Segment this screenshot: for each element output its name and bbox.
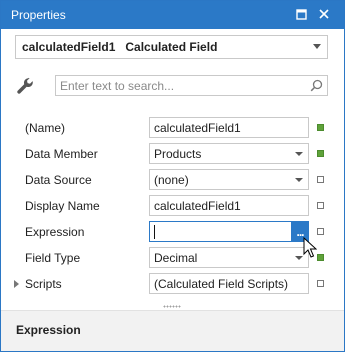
text-caret xyxy=(154,225,155,239)
property-label: Field Type xyxy=(25,251,81,265)
display-name-field[interactable]: calculatedField1 xyxy=(149,195,309,216)
pin-icon[interactable] xyxy=(293,6,309,22)
property-marker[interactable] xyxy=(317,124,324,131)
close-icon[interactable] xyxy=(316,6,332,22)
property-row-expression: Expression ... xyxy=(15,219,335,245)
property-label: Data Member xyxy=(25,147,98,161)
chevron-down-icon[interactable] xyxy=(295,152,303,156)
description-title: Expression xyxy=(16,323,81,337)
splitter[interactable] xyxy=(1,303,344,309)
property-marker[interactable] xyxy=(317,150,324,157)
search-input[interactable] xyxy=(60,78,300,93)
property-label: Expression xyxy=(25,225,85,239)
property-value: Products xyxy=(154,147,202,161)
expression-field[interactable]: ... xyxy=(149,221,309,242)
grip-icon[interactable] xyxy=(163,305,181,308)
chevron-down-icon[interactable] xyxy=(295,256,303,260)
property-marker[interactable] xyxy=(317,280,324,287)
property-row-field-type: Field Type Decimal xyxy=(15,245,335,271)
property-marker[interactable] xyxy=(317,254,324,261)
search-box[interactable] xyxy=(55,75,328,96)
name-field[interactable]: calculatedField1 xyxy=(149,117,309,138)
wrench-icon[interactable] xyxy=(15,76,35,96)
description-panel: Expression xyxy=(1,310,344,351)
property-value: Decimal xyxy=(154,251,198,265)
property-label: Data Source xyxy=(25,173,92,187)
expand-arrow-icon[interactable] xyxy=(14,280,19,288)
property-value: calculatedField1 xyxy=(154,121,241,135)
property-row-data-member: Data Member Products xyxy=(15,141,335,167)
property-row-scripts: Scripts (Calculated Field Scripts) xyxy=(14,271,335,297)
property-value: (none) xyxy=(154,173,189,187)
property-label: (Name) xyxy=(25,121,66,135)
scripts-field[interactable]: (Calculated Field Scripts) xyxy=(149,273,309,294)
property-value: calculatedField1 xyxy=(154,199,241,213)
object-selector[interactable]: calculatedField1 Calculated Field xyxy=(15,35,328,59)
property-label: Display Name xyxy=(25,199,100,213)
property-marker[interactable] xyxy=(317,202,324,209)
mouse-cursor-icon xyxy=(303,236,318,259)
object-selector-value: calculatedField1 Calculated Field xyxy=(22,40,218,54)
field-type-dropdown[interactable]: Decimal xyxy=(149,247,309,268)
data-member-dropdown[interactable]: Products xyxy=(149,143,309,164)
chevron-down-icon[interactable] xyxy=(295,178,303,182)
search-icon[interactable] xyxy=(310,79,323,92)
properties-window: Properties calculatedField1 Calculated F… xyxy=(0,0,345,352)
property-row-name: (Name) calculatedField1 xyxy=(15,115,335,141)
property-label: Scripts xyxy=(25,277,62,291)
property-marker[interactable] xyxy=(317,176,324,183)
title-bar[interactable]: Properties xyxy=(1,1,344,29)
data-source-dropdown[interactable]: (none) xyxy=(149,169,309,190)
property-row-display-name: Display Name calculatedField1 xyxy=(15,193,335,219)
property-row-data-source: Data Source (none) xyxy=(15,167,335,193)
property-value: (Calculated Field Scripts) xyxy=(154,277,289,291)
property-marker[interactable] xyxy=(317,228,324,235)
window-title: Properties xyxy=(11,8,66,22)
chevron-down-icon[interactable] xyxy=(313,44,321,49)
